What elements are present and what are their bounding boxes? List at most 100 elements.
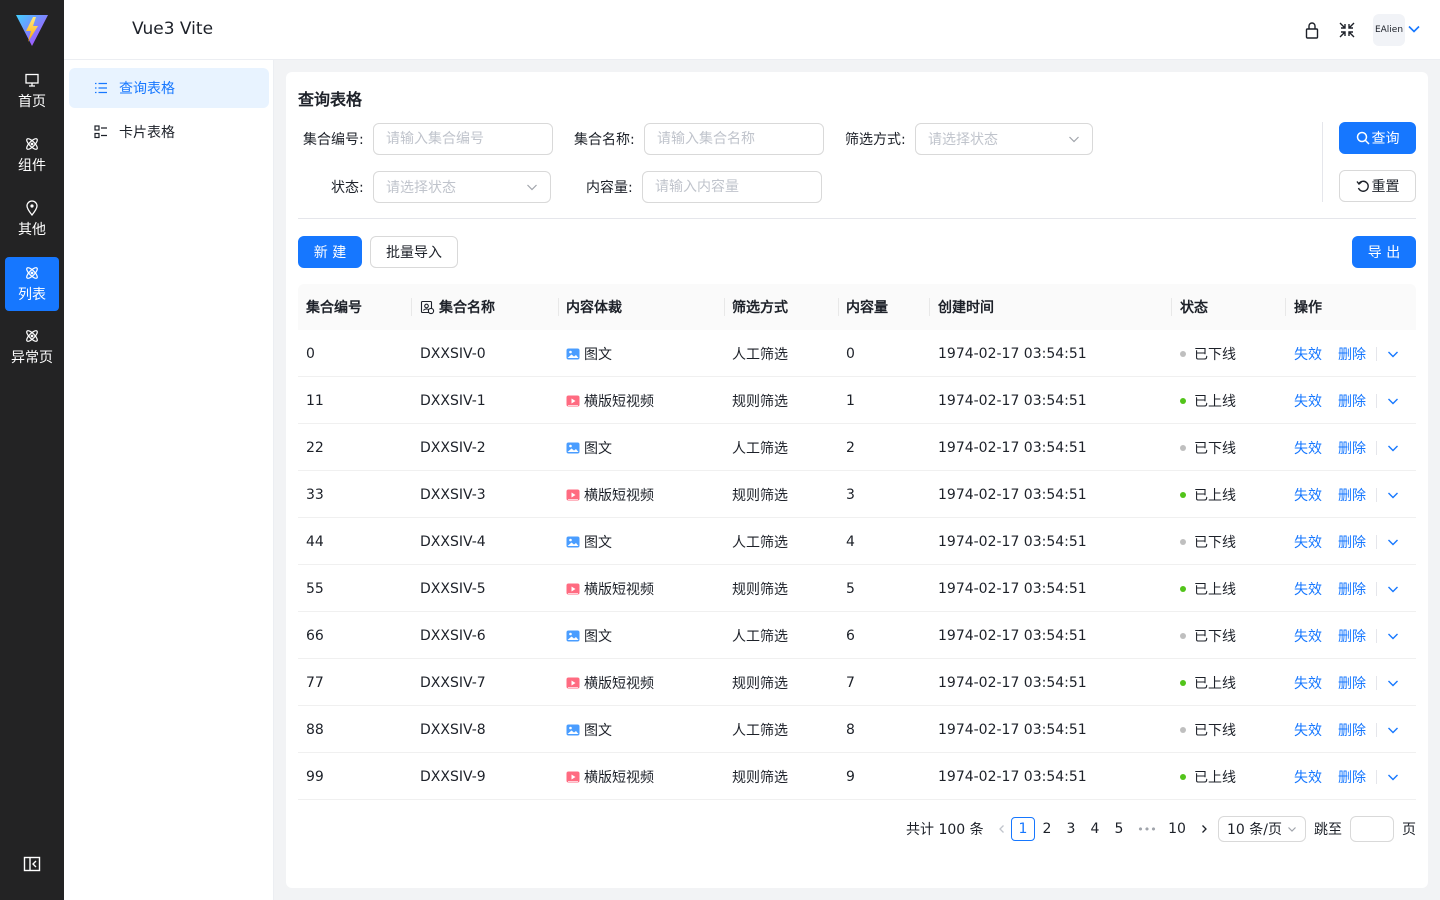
- batch-import-button[interactable]: 批量导入: [370, 236, 458, 268]
- toolbar-divider: [298, 218, 1416, 219]
- status-badge: 已下线: [1194, 722, 1236, 739]
- exit-fullscreen-icon[interactable]: [1337, 20, 1357, 40]
- invalidate-link[interactable]: 失效: [1294, 344, 1322, 364]
- image-icon: [566, 629, 580, 643]
- page-size-select[interactable]: 10 条/页: [1218, 816, 1306, 842]
- action-divider: [1376, 346, 1377, 361]
- delete-link[interactable]: 删除: [1338, 579, 1366, 599]
- delete-link[interactable]: 删除: [1338, 344, 1366, 364]
- search-button-label: 查询: [1371, 131, 1400, 147]
- new-button[interactable]: 新 建: [298, 236, 362, 268]
- table-filter-icon[interactable]: [420, 300, 435, 315]
- filter-method-select[interactable]: 请选择状态: [915, 123, 1093, 155]
- submenu-item-query-table[interactable]: 查询表格: [69, 68, 269, 108]
- status-label: 状态:: [331, 180, 364, 196]
- page-10[interactable]: 10: [1165, 817, 1189, 841]
- delete-link[interactable]: 删除: [1338, 626, 1366, 646]
- action-divider: [1376, 628, 1377, 643]
- status-badge: 已上线: [1194, 675, 1236, 692]
- invalidate-link[interactable]: 失效: [1294, 626, 1322, 646]
- more-actions-chevron-icon[interactable]: [1387, 583, 1399, 595]
- cell-set-no: 66: [306, 627, 324, 644]
- reset-button[interactable]: 重置: [1339, 170, 1416, 202]
- more-actions-chevron-icon[interactable]: [1387, 771, 1399, 783]
- invalidate-link[interactable]: 失效: [1294, 720, 1322, 740]
- table-row: 66 DXXSIV-6 图文 人工筛选 6 1974-02-17 03:54:51 已下线 失…: [298, 612, 1416, 659]
- status-dot: [1180, 444, 1186, 451]
- cell-volume: 1: [846, 392, 855, 409]
- status-dot: [1180, 350, 1186, 357]
- delete-link[interactable]: 删除: [1338, 532, 1366, 552]
- invalidate-link[interactable]: 失效: [1294, 579, 1322, 599]
- table-row: 55 DXXSIV-5 横版短视频 规则筛选 5 1974-02-17 03:54:51 已…: [298, 565, 1416, 612]
- set-no-label: 集合编号:: [303, 132, 364, 148]
- export-button[interactable]: 导 出: [1352, 236, 1416, 268]
- cell-set-name: DXXSIV-6: [420, 627, 486, 644]
- table-row: 44 DXXSIV-4 图文 人工筛选 4 1974-02-17 03:54:51 已下线 失…: [298, 518, 1416, 565]
- cell-set-no: 99: [306, 768, 324, 785]
- table-header: 集合编号 集合名称 内容体裁 筛选方式 内容量 创建时间 状态 操作: [298, 284, 1416, 330]
- collapse-sidebar-icon[interactable]: [23, 855, 41, 873]
- volume-input[interactable]: [642, 171, 822, 203]
- set-name-label: 集合名称:: [574, 132, 635, 148]
- delete-link[interactable]: 删除: [1338, 391, 1366, 411]
- page-4[interactable]: 4: [1083, 817, 1107, 841]
- cell-status: 已下线: [1180, 706, 1236, 753]
- cell-status: 已下线: [1180, 424, 1236, 471]
- status-select[interactable]: 请选择状态: [373, 171, 551, 203]
- next-page-icon[interactable]: [1192, 817, 1216, 841]
- vite-logo-icon[interactable]: [14, 12, 50, 48]
- delete-link[interactable]: 删除: [1338, 720, 1366, 740]
- more-actions-chevron-icon[interactable]: [1387, 442, 1399, 454]
- more-actions-chevron-icon[interactable]: [1387, 677, 1399, 689]
- more-actions-chevron-icon[interactable]: [1387, 724, 1399, 736]
- delete-link[interactable]: 删除: [1338, 485, 1366, 505]
- cell-actions: 失效 删除: [1294, 659, 1399, 706]
- delete-link[interactable]: 删除: [1338, 673, 1366, 693]
- more-actions-chevron-icon[interactable]: [1387, 348, 1399, 360]
- invalidate-link[interactable]: 失效: [1294, 391, 1322, 411]
- status-badge: 已上线: [1194, 581, 1236, 598]
- page-3[interactable]: 3: [1059, 817, 1083, 841]
- column-header: 内容体裁: [566, 300, 622, 316]
- genre-label: 图文: [584, 628, 612, 645]
- cell-status: 已上线: [1180, 471, 1236, 518]
- rail-item-list[interactable]: 列表: [5, 257, 59, 311]
- rail-item-home[interactable]: 首页: [5, 64, 59, 118]
- rail-item-label: 列表: [18, 286, 46, 303]
- select-placeholder: 请选择状态: [928, 132, 998, 148]
- chevron-down-icon[interactable]: [1407, 22, 1421, 36]
- more-actions-chevron-icon[interactable]: [1387, 395, 1399, 407]
- delete-link[interactable]: 删除: [1338, 438, 1366, 458]
- rail-item-components[interactable]: 组件: [5, 128, 59, 182]
- action-divider: [1376, 534, 1377, 549]
- page-2[interactable]: 2: [1035, 817, 1059, 841]
- page-ellipsis[interactable]: •••: [1135, 817, 1159, 841]
- invalidate-link[interactable]: 失效: [1294, 485, 1322, 505]
- page-5[interactable]: 5: [1107, 817, 1131, 841]
- lock-icon[interactable]: [1302, 20, 1322, 40]
- more-actions-chevron-icon[interactable]: [1387, 489, 1399, 501]
- rail-item-exception[interactable]: 异常页: [5, 320, 59, 374]
- invalidate-link[interactable]: 失效: [1294, 673, 1322, 693]
- invalidate-link[interactable]: 失效: [1294, 532, 1322, 552]
- cell-genre: 图文: [566, 518, 612, 565]
- column-header-set-name: 集合名称: [420, 284, 495, 330]
- atom-icon: [24, 136, 40, 152]
- submenu-item-card-table[interactable]: 卡片表格: [69, 112, 269, 152]
- invalidate-link[interactable]: 失效: [1294, 767, 1322, 787]
- more-actions-chevron-icon[interactable]: [1387, 630, 1399, 642]
- invalidate-link[interactable]: 失效: [1294, 438, 1322, 458]
- cell-filter-method: 规则筛选: [732, 581, 788, 598]
- rail-item-other[interactable]: 其他: [5, 192, 59, 246]
- search-button[interactable]: 查询: [1339, 122, 1416, 154]
- more-actions-chevron-icon[interactable]: [1387, 536, 1399, 548]
- jump-page-input[interactable]: [1350, 816, 1394, 842]
- cell-set-name: DXXSIV-0: [420, 345, 486, 362]
- set-no-input[interactable]: [373, 123, 553, 155]
- delete-link[interactable]: 删除: [1338, 767, 1366, 787]
- cell-volume: 4: [846, 533, 855, 550]
- page-1[interactable]: 1: [1011, 817, 1035, 841]
- set-name-input[interactable]: [644, 123, 824, 155]
- user-avatar[interactable]: EAlien: [1373, 14, 1405, 46]
